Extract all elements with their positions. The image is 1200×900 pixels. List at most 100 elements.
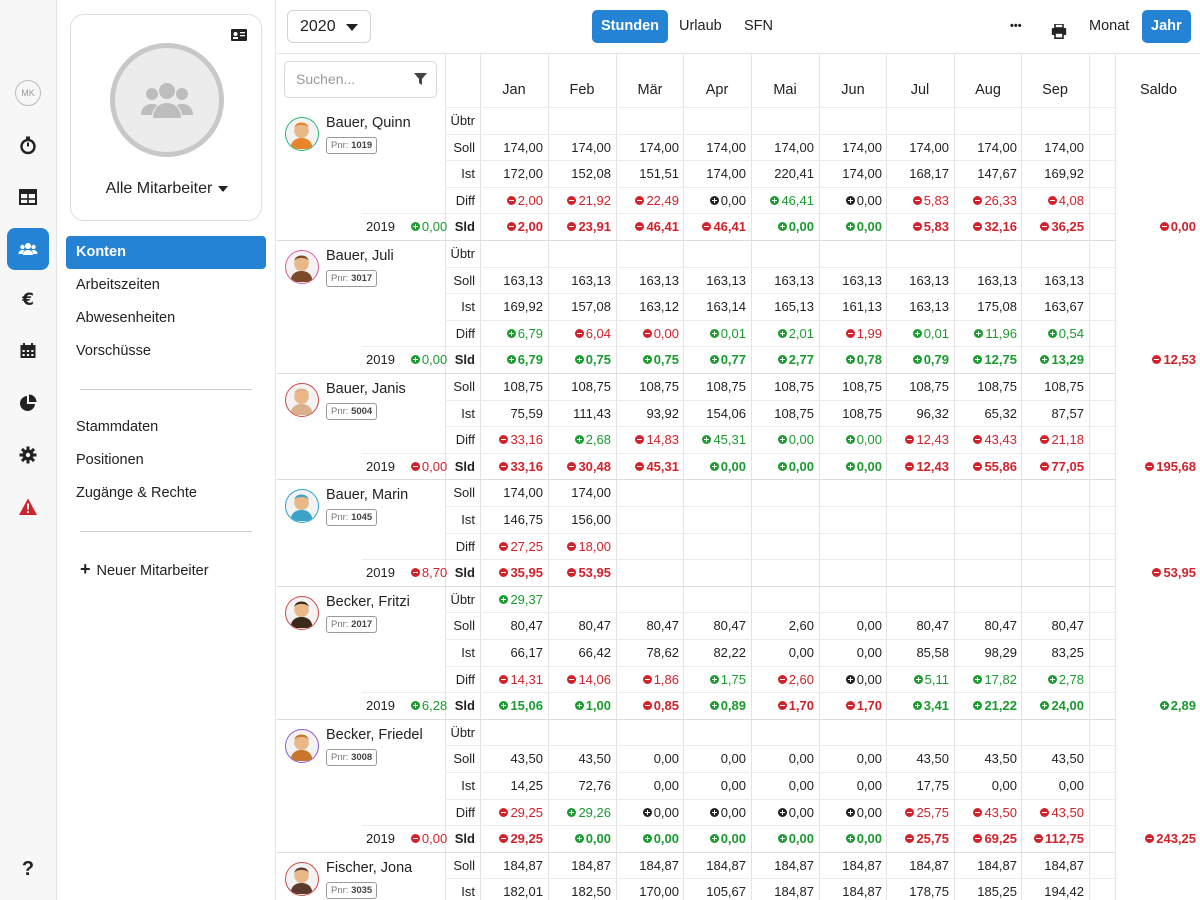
table-cell: 0,00 <box>788 751 814 767</box>
row-label-diff: Diff <box>455 325 475 341</box>
table-cell: 0,00 <box>819 219 882 234</box>
minus-circle-icon <box>635 195 645 205</box>
row-label-soll: Soll <box>453 857 475 873</box>
saldo-value: 195,68 <box>1116 459 1196 474</box>
previous-year-balance: 2019 8,70 <box>366 565 447 580</box>
table-cell: 29,25 <box>480 805 543 820</box>
nav-arbeitszeiten[interactable]: Arbeitszeiten <box>66 269 266 302</box>
minus-circle-icon <box>567 195 577 205</box>
user-avatar[interactable]: MK <box>15 80 41 106</box>
cell-value: 0,75 <box>653 352 679 368</box>
new-employee-button[interactable]: + Neuer Mitarbeiter <box>66 553 266 586</box>
table-cell: 21,18 <box>1021 432 1084 447</box>
cell-value: 2,89 <box>1170 698 1196 714</box>
view-month-button[interactable]: Monat <box>1080 10 1138 43</box>
tab-urlaub[interactable]: Urlaub <box>670 10 731 43</box>
tab-stunden[interactable]: Stunden <box>592 10 668 43</box>
cell-value: 0,00 <box>788 804 814 820</box>
personnel-number-badge: Pnr: 1019 <box>326 137 378 154</box>
filter-icon[interactable] <box>414 73 427 86</box>
calendar-icon[interactable] <box>7 330 49 372</box>
cell-value: 30,48 <box>578 458 611 474</box>
cell-value: 17,82 <box>984 671 1017 687</box>
search-input[interactable]: Suchen... <box>284 61 437 98</box>
table-cell: 174,00 <box>774 139 814 155</box>
caret-down-icon <box>218 185 229 192</box>
pnr-label: Pnr: <box>331 273 349 284</box>
row-label-sld: Sld <box>454 458 475 474</box>
row-divider <box>445 293 1200 295</box>
minus-circle-icon <box>567 568 577 578</box>
plus-circle-icon <box>913 674 923 684</box>
table-cell: 0,85 <box>616 698 679 713</box>
employee-name[interactable]: Fischer, Jona <box>326 860 412 876</box>
employee-name[interactable]: Becker, Fritzi <box>326 594 410 610</box>
cell-value: 0,00 <box>585 831 611 847</box>
table-cell: 184,87 <box>571 857 611 873</box>
toolbar: 2020 Stunden Urlaub SFN ••• Monat Jahr <box>277 0 1200 54</box>
cell-value: 0,00 <box>720 192 746 208</box>
previous-year-balance: 2019 0,00 <box>366 352 447 367</box>
warning-icon[interactable] <box>7 486 49 528</box>
nav-konten[interactable]: Konten <box>66 236 266 269</box>
cell-value: 0,00 <box>856 192 882 208</box>
table-cell: 1,86 <box>616 672 679 687</box>
employee-name[interactable]: Bauer, Juli <box>326 248 394 264</box>
view-year-button[interactable]: Jahr <box>1142 10 1191 43</box>
table-cell: 0,00 <box>751 831 814 846</box>
minus-circle-icon <box>973 807 983 817</box>
stopwatch-icon[interactable] <box>7 124 49 166</box>
plus-circle-icon <box>974 328 984 338</box>
row-divider <box>445 506 1200 507</box>
cell-value: 46,41 <box>713 219 746 235</box>
table-icon[interactable] <box>7 176 49 218</box>
table-cell: 46,41 <box>751 193 814 208</box>
year-select[interactable]: 2020 <box>287 10 371 43</box>
previous-year: 2019 <box>366 458 395 474</box>
group-select[interactable]: Alle Mitarbeiter <box>71 180 263 198</box>
table-cell: 87,57 <box>1051 405 1084 421</box>
table-cell: 43,50 <box>510 751 543 767</box>
minus-circle-icon <box>506 222 516 232</box>
nav-positionen[interactable]: Positionen <box>66 444 266 477</box>
table-cell: 154,06 <box>706 405 746 421</box>
id-card-icon[interactable] <box>231 29 247 41</box>
table-cell: 0,75 <box>548 352 611 367</box>
table-cell: 0,00 <box>856 618 882 634</box>
plus-circle-icon <box>642 807 652 817</box>
table-cell: 152,08 <box>571 166 611 182</box>
nav-abwesenheiten[interactable]: Abwesenheiten <box>66 302 266 335</box>
plus-circle-icon <box>973 674 983 684</box>
minus-circle-icon <box>905 834 915 844</box>
nav-vorschuesse[interactable]: Vorschüsse <box>66 335 266 368</box>
employee-name[interactable]: Bauer, Quinn <box>326 115 411 131</box>
saldo-value: 0,00 <box>1116 219 1196 234</box>
print-icon[interactable] <box>1042 10 1076 43</box>
gear-icon[interactable] <box>7 434 49 476</box>
nav-stammdaten[interactable]: Stammdaten <box>66 411 266 444</box>
cell-value: 29,26 <box>578 804 611 820</box>
pie-chart-icon[interactable] <box>7 382 49 424</box>
table-cell: 69,25 <box>954 831 1017 846</box>
cell-value: 33,16 <box>510 432 543 448</box>
table-cell: 108,75 <box>571 379 611 394</box>
more-icon[interactable]: ••• <box>1001 10 1031 43</box>
cell-value: 77,05 <box>1051 458 1084 474</box>
employee-name[interactable]: Bauer, Marin <box>326 487 408 503</box>
table-cell: 0,00 <box>819 459 882 474</box>
cell-value: 2,00 <box>517 219 543 235</box>
employee-name[interactable]: Becker, Friedel <box>326 727 423 743</box>
table-cell: 184,87 <box>842 857 882 873</box>
employee-name[interactable]: Bauer, Janis <box>326 381 406 397</box>
users-icon[interactable] <box>7 228 49 270</box>
nav-zugaenge-rechte[interactable]: Zugänge & Rechte <box>66 477 266 510</box>
help-icon[interactable]: ? <box>7 848 49 890</box>
table-cell: 0,00 <box>616 831 679 846</box>
plus-circle-icon <box>506 328 516 338</box>
row-label-ubtr: Übtr <box>450 724 475 740</box>
euro-icon[interactable]: € <box>7 278 49 320</box>
cell-value: 12,75 <box>984 352 1017 368</box>
table-cell: 0,00 <box>683 831 746 846</box>
tab-sfn[interactable]: SFN <box>735 10 782 43</box>
table-cell: 0,00 <box>720 751 746 767</box>
